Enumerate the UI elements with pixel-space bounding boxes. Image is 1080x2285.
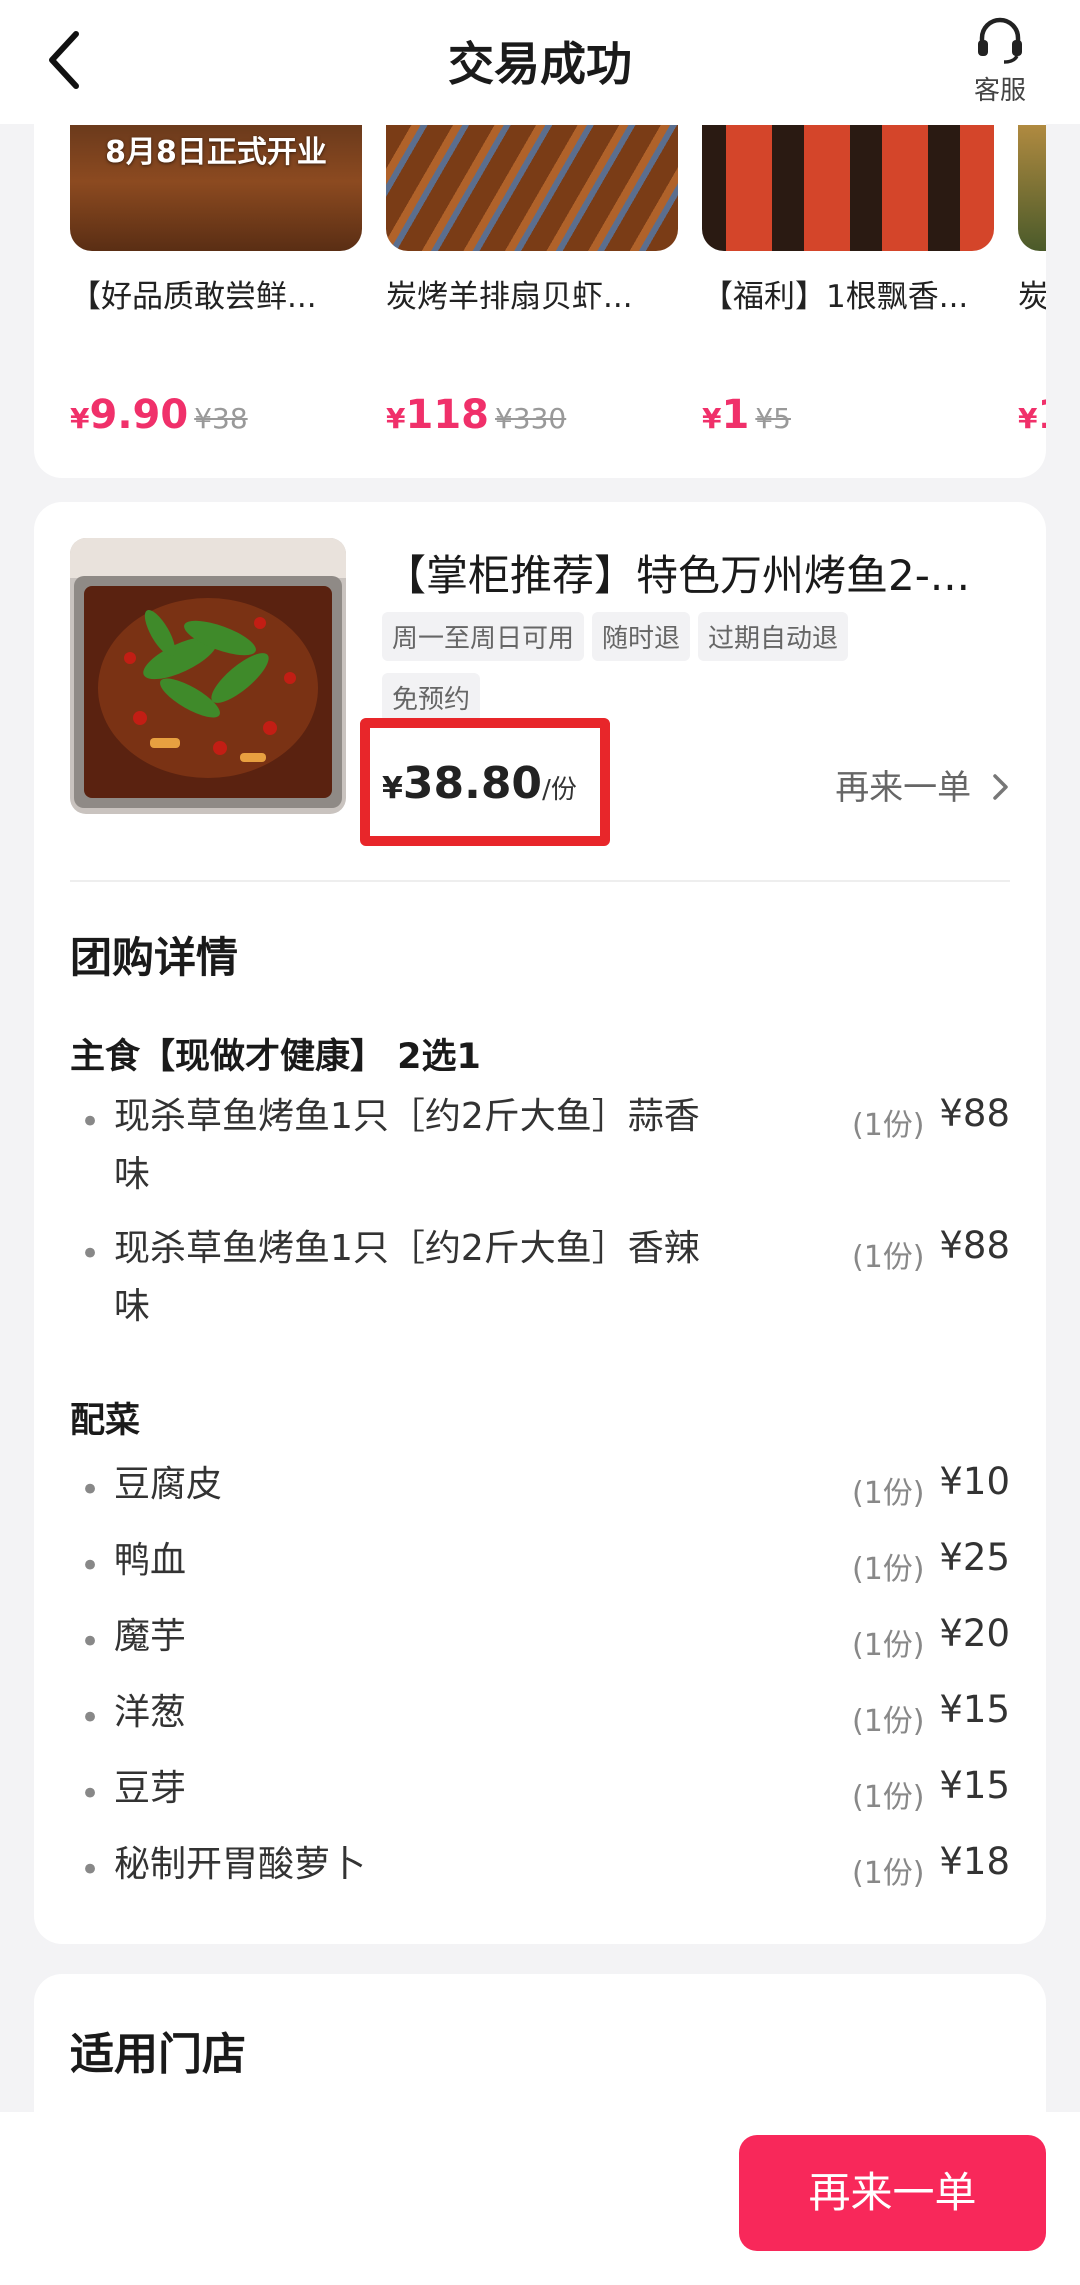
list-item: • 豆腐皮 (1份) ¥10: [70, 1460, 1010, 1516]
list-item: • 魔芋 (1份) ¥20: [70, 1612, 1010, 1668]
recommended-item-price: ¥1 ¥5: [702, 392, 791, 438]
list-item: • 洋葱 (1份) ¥15: [70, 1688, 1010, 1744]
recommended-item-name: 【福利】1根飘香...: [702, 279, 969, 315]
item-price: ¥18: [939, 1840, 1010, 1883]
recommended-item-price: ¥1: [1018, 392, 1046, 438]
item-quantity: (1份): [852, 1552, 925, 1587]
recommendation-card: 8月8日正式开业 【好品质敢尝鲜... ¥9.90 ¥38 炭烤羊排扇贝虾... …: [34, 70, 1046, 478]
customer-service-label: 客服: [973, 76, 1026, 106]
item-name: 洋葱: [114, 1692, 187, 1733]
item-quantity: (1份): [852, 1856, 925, 1891]
item-name: 现杀草鱼烤鱼1只［约2斤大鱼］香辣味: [114, 1228, 700, 1327]
item-name: 魔芋: [114, 1616, 187, 1657]
headset-icon: [978, 17, 1022, 64]
item-quantity: (1份): [852, 1780, 925, 1815]
recommended-item-image: [386, 125, 678, 251]
item-price: ¥25: [939, 1536, 1010, 1579]
item-name: 豆芽: [114, 1768, 187, 1809]
recommended-item-image: [702, 125, 994, 251]
list-item: • 秘制开胃酸萝卜 (1份) ¥18: [70, 1840, 1010, 1896]
recommended-item-image: [1018, 125, 1046, 251]
tag-auto-refund: 过期自动退: [698, 612, 849, 661]
recommended-item-name: 【好品质敢尝鲜...: [70, 279, 317, 315]
side-dish-group-title: 配菜: [70, 1401, 141, 1441]
recommended-item-name: 炭: [1018, 279, 1046, 315]
main-dish-group-title: 主食【现做才健康】 2选1: [70, 1037, 481, 1077]
list-item: • 豆芽 (1份) ¥15: [70, 1764, 1010, 1820]
item-quantity: (1份): [852, 1628, 925, 1663]
item-name: 豆腐皮: [114, 1464, 223, 1505]
item-quantity: (1份): [852, 1704, 925, 1739]
recommended-item-price: ¥9.90 ¥38: [70, 392, 248, 438]
reorder-button[interactable]: 再来一单: [739, 2135, 1046, 2251]
tag-available-days: 周一至周日可用: [382, 612, 585, 661]
group-purchase-details-title: 团购详情: [70, 933, 239, 982]
list-item: • 现杀草鱼烤鱼1只［约2斤大鱼］蒜香味 (1份) ¥88: [70, 1092, 1010, 1218]
product-tags: 周一至周日可用 随时退 过期自动退免预约: [382, 612, 942, 734]
recommended-item-price: ¥118 ¥330: [386, 392, 567, 438]
list-item: • 现杀草鱼烤鱼1只［约2斤大鱼］香辣味 (1份) ¥88: [70, 1224, 1010, 1350]
tag-refund-anytime: 随时退: [592, 612, 691, 661]
opening-banner: 8月8日正式开业: [105, 135, 327, 170]
item-quantity: (1份): [852, 1240, 925, 1275]
chevron-right-icon: [993, 774, 1008, 800]
top-navigation-bar: 交易成功 客服: [0, 0, 1080, 124]
item-quantity: (1份): [852, 1476, 925, 1511]
item-name: 现杀草鱼烤鱼1只［约2斤大鱼］蒜香味: [114, 1096, 700, 1195]
recommended-item[interactable]: 【福利】1根飘香...: [702, 125, 994, 316]
list-item: • 鸭血 (1份) ¥25: [70, 1536, 1010, 1592]
item-price: ¥15: [939, 1764, 1010, 1807]
tag-no-reservation: 免预约: [382, 673, 481, 722]
order-product-card: 【掌柜推荐】特色万州烤鱼2-... 周一至周日可用 随时退 过期自动退免预约 ¥38…: [34, 502, 1046, 1944]
price-highlight-box: ¥38.80/份: [360, 718, 610, 846]
item-name: 鸭血: [114, 1540, 187, 1581]
customer-service-button[interactable]: 客服: [960, 14, 1040, 107]
recommended-item[interactable]: 炭: [1018, 125, 1046, 316]
product-image[interactable]: [70, 538, 346, 814]
item-quantity: (1份): [852, 1108, 925, 1143]
applicable-stores-title: 适用门店: [70, 2029, 246, 2080]
page-title: 交易成功: [448, 37, 632, 91]
recommended-item[interactable]: 8月8日正式开业 【好品质敢尝鲜...: [70, 125, 362, 316]
item-price: ¥88: [939, 1224, 1010, 1267]
reorder-link[interactable]: 再来一单: [835, 760, 1012, 809]
grilled-fish-image: [70, 538, 346, 814]
item-price: ¥20: [939, 1612, 1010, 1655]
bottom-action-bar: 再来一单: [0, 2112, 1080, 2285]
product-title[interactable]: 【掌柜推荐】特色万州烤鱼2-...: [384, 542, 1024, 603]
recommended-item-image: 8月8日正式开业: [70, 125, 362, 251]
item-name: 秘制开胃酸萝卜: [114, 1844, 367, 1885]
item-price: ¥88: [939, 1092, 1010, 1135]
product-price: ¥38.80/份: [382, 758, 577, 809]
recommended-item[interactable]: 炭烤羊排扇贝虾...: [386, 125, 678, 316]
item-price: ¥10: [939, 1460, 1010, 1503]
item-price: ¥15: [939, 1688, 1010, 1731]
recommended-item-name: 炭烤羊排扇贝虾...: [386, 279, 633, 315]
divider: [70, 880, 1010, 882]
